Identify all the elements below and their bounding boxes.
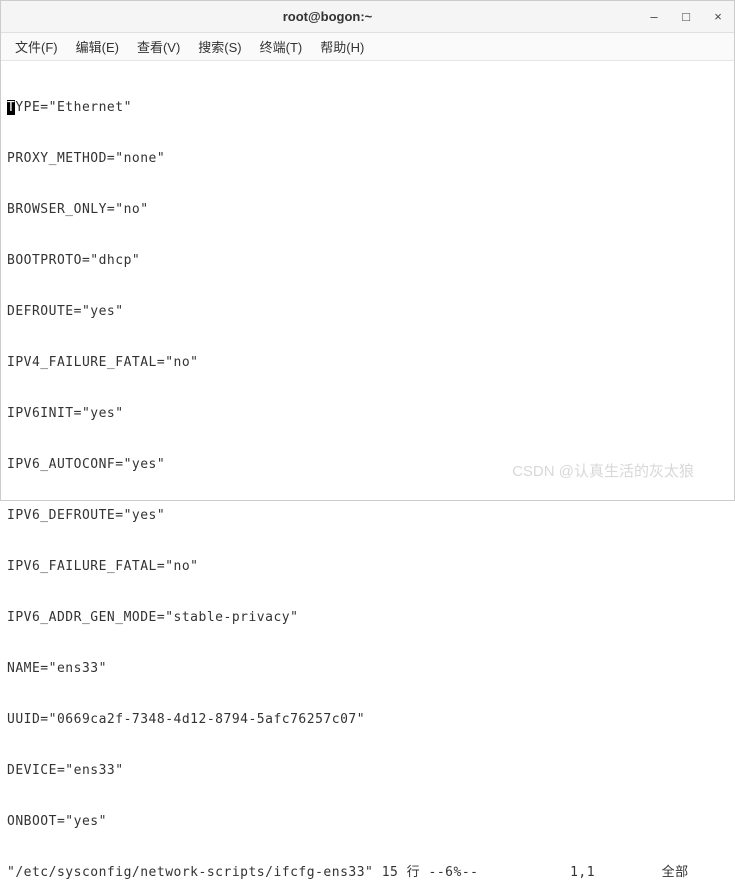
config-line: IPV6_AUTOCONF="yes" [7,456,728,473]
menu-edit[interactable]: 编辑(E) [68,35,127,58]
window-title: root@bogon:~ [9,9,646,24]
config-line: BROWSER_ONLY="no" [7,201,728,218]
config-line: UUID="0669ca2f-7348-4d12-8794-5afc76257c… [7,711,728,728]
status-mode: 全部 [662,864,689,881]
config-line: DEVICE="ens33" [7,762,728,779]
status-file: "/etc/sysconfig/network-scripts/ifcfg-en… [7,864,478,881]
maximize-button[interactable]: □ [678,9,694,25]
config-line: IPV6_DEFROUTE="yes" [7,507,728,524]
titlebar: root@bogon:~ – □ × [1,1,734,33]
minimize-button[interactable]: – [646,9,662,25]
config-line: IPV4_FAILURE_FATAL="no" [7,354,728,371]
line-rest: YPE="Ethernet" [15,100,132,115]
menu-view[interactable]: 查看(V) [129,35,188,58]
config-line: TYPE="Ethernet" [7,99,728,116]
config-line: IPV6INIT="yes" [7,405,728,422]
config-line: IPV6_ADDR_GEN_MODE="stable-privacy" [7,609,728,626]
window-controls: – □ × [646,9,726,25]
vim-status-line: "/etc/sysconfig/network-scripts/ifcfg-en… [7,864,728,881]
editor-area[interactable]: TYPE="Ethernet" PROXY_METHOD="none" BROW… [1,61,734,502]
config-line: BOOTPROTO="dhcp" [7,252,728,269]
menu-file[interactable]: 文件(F) [7,35,66,58]
close-button[interactable]: × [710,9,726,25]
status-spacer [478,864,570,881]
menu-search[interactable]: 搜索(S) [190,35,249,58]
config-line: DEFROUTE="yes" [7,303,728,320]
menu-help[interactable]: 帮助(H) [312,35,372,58]
config-line: NAME="ens33" [7,660,728,677]
content-lines: TYPE="Ethernet" PROXY_METHOD="none" BROW… [7,65,728,864]
status-position: 1,1 [570,864,595,881]
menubar: 文件(F) 编辑(E) 查看(V) 搜索(S) 终端(T) 帮助(H) [1,33,734,61]
config-line: IPV6_FAILURE_FATAL="no" [7,558,728,575]
menu-terminal[interactable]: 终端(T) [252,35,311,58]
config-line: ONBOOT="yes" [7,813,728,830]
status-spacer2 [595,864,662,881]
config-line: PROXY_METHOD="none" [7,150,728,167]
